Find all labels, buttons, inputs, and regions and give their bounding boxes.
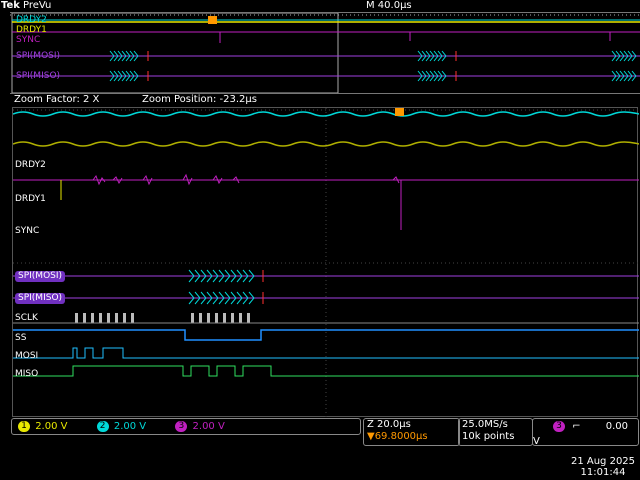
overview-label-mosi: SPI(MOSI)	[16, 51, 61, 61]
trigger-marker-overview	[208, 16, 217, 24]
trigger-box[interactable]: 3 ⌐ 0.00 V	[532, 418, 639, 447]
label-drdy2: DRDY2	[15, 160, 46, 170]
channel-scale-box[interactable]: 1 2.00 V 2 2.00 V 3 2.00 V	[11, 418, 361, 435]
label-sync: SYNC	[15, 226, 40, 236]
zoom-position[interactable]: Zoom Position: -23.2µs	[142, 93, 257, 107]
record-length: 10k points	[462, 431, 515, 442]
label-drdy1: DRDY1	[15, 194, 46, 204]
main-timebase[interactable]: M 40.0µs	[366, 0, 412, 12]
bus-packets	[188, 269, 255, 305]
sclk-trace	[75, 313, 250, 323]
ch3-badge[interactable]: 3	[175, 421, 188, 432]
acquisition-mode: PreVu	[23, 0, 52, 11]
overview-label-sync: SYNC	[16, 35, 41, 45]
zoom-time-box[interactable]: Z 20.0µs ▼69.8000µs	[363, 418, 460, 446]
overview-waveform-area[interactable]: DRDY2 DRDY1 SYNC SPI(MOSI) SPI(MISO)	[10, 12, 640, 94]
time: 11:01:44	[580, 467, 626, 478]
trigger-position: ▼69.8000µs	[367, 431, 428, 442]
top-bar: Tek PreVu M 40.0µs	[0, 0, 640, 12]
miso-trace	[13, 365, 639, 377]
overview-waveforms	[10, 12, 640, 94]
label-spi-mosi: SPI(MOSI)	[15, 271, 66, 282]
ch1-scale[interactable]: 2.00 V	[35, 421, 67, 432]
zoom-window-box	[11, 12, 339, 94]
status-bar: 1 2.00 V 2 2.00 V 3 2.00 V Z 20.0µs ▼69.…	[0, 418, 640, 480]
trigger-channel-badge: 3	[553, 421, 565, 432]
sample-rate: 25.0MS/s	[462, 419, 508, 430]
trigger-marker-zoom	[395, 108, 404, 116]
overview-label-miso: SPI(MISO)	[16, 71, 61, 81]
zoom-waveform-area[interactable]: DRDY2 DRDY1 SYNC SPI(MOSI) SPI(MISO) SCL…	[12, 107, 640, 418]
label-spi-miso: SPI(MISO)	[15, 293, 66, 304]
ch2-scale[interactable]: 2.00 V	[114, 421, 146, 432]
trigger-slope-icon: ⌐	[572, 421, 581, 432]
label-ss: SS	[15, 333, 27, 343]
label-sclk: SCLK	[15, 313, 38, 323]
zoom-waveforms	[12, 108, 640, 418]
zoom-factor[interactable]: Zoom Factor: 2 X	[14, 93, 99, 107]
zoom-grid	[13, 108, 639, 418]
ch1-badge[interactable]: 1	[18, 421, 30, 432]
ch3-scale[interactable]: 2.00 V	[193, 421, 225, 432]
label-mosi: MOSI	[15, 351, 39, 361]
zoom-time: Z 20.0µs	[367, 419, 411, 430]
datetime: 21 Aug 2025 11:01:44	[567, 456, 639, 478]
trigger-level: 0.00 V	[533, 421, 629, 447]
ch2-badge[interactable]: 2	[96, 421, 109, 432]
ss-trace	[13, 329, 639, 341]
zoom-info-bar: Zoom Factor: 2 X Zoom Position: -23.2µs	[0, 93, 640, 107]
brand-logo: Tek	[1, 0, 20, 11]
label-miso: MISO	[15, 369, 39, 379]
acquisition-box[interactable]: 25.0MS/s 10k points	[458, 418, 533, 446]
date: 21 Aug 2025	[570, 456, 636, 467]
